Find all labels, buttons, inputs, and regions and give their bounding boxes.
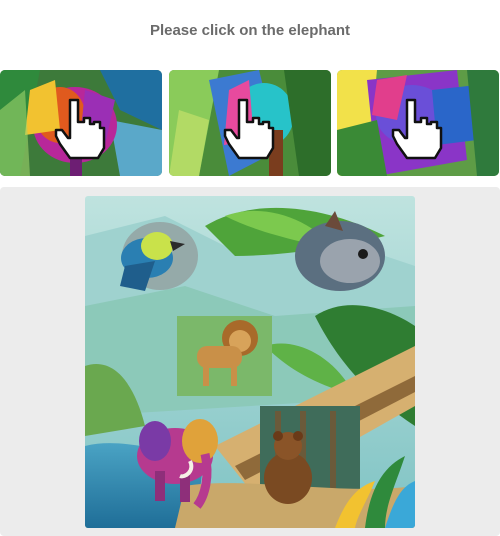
lion-figure <box>177 316 272 396</box>
example-tile-1 <box>0 70 162 176</box>
example-tile-2 <box>169 70 331 176</box>
example-tile-3 <box>337 70 499 176</box>
hand-pointer-icon <box>54 98 106 160</box>
hand-pointer-icon <box>391 98 443 160</box>
hand-pointer-icon <box>223 98 275 160</box>
jungle-collage <box>85 196 415 528</box>
captcha-instruction: Please click on the elephant <box>149 22 351 39</box>
challenge-image[interactable] <box>85 196 415 528</box>
